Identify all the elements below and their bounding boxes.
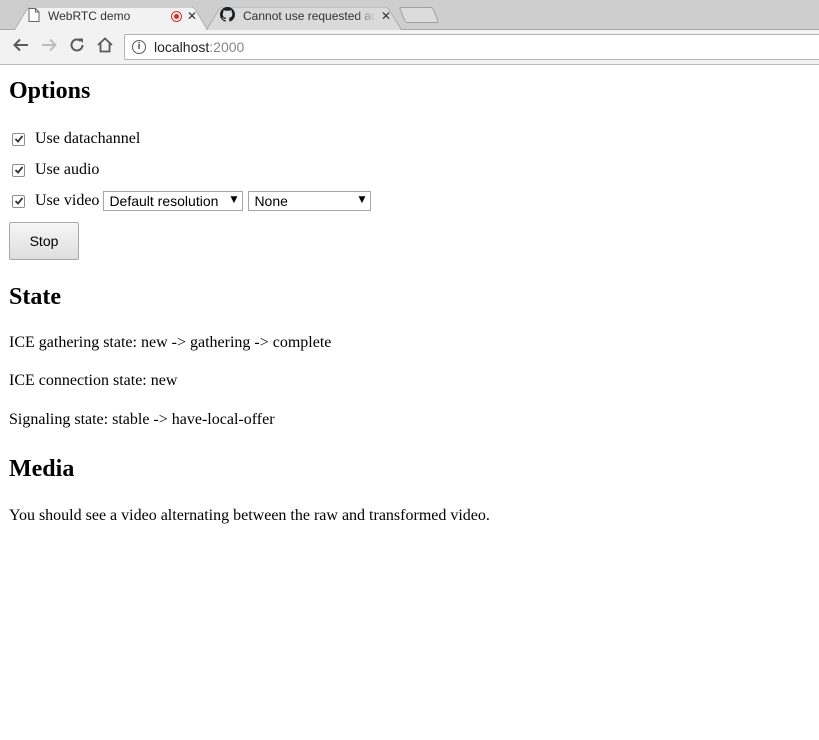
info-icon[interactable]: i [132, 40, 146, 54]
transform-select-value: None [254, 193, 288, 209]
datachannel-option: Use datachannel [9, 129, 140, 149]
forward-button[interactable] [38, 36, 60, 58]
checkmark-icon [14, 135, 23, 143]
page-icon [28, 7, 40, 25]
url-host: localhost [154, 39, 210, 55]
reload-button[interactable] [66, 36, 88, 58]
ice-gathering-state: ICE gathering state: new -> gathering ->… [9, 334, 332, 351]
audio-option: Use audio [9, 160, 99, 180]
recording-icon [171, 10, 182, 22]
close-icon[interactable]: ✕ [380, 9, 392, 23]
state-heading: State [9, 284, 61, 310]
browser-toolbar: i localhost:2000 [0, 30, 819, 65]
audio-checkbox[interactable] [12, 163, 25, 177]
tab-title: Cannot use requested ad [243, 9, 376, 23]
tab-webrtc-demo[interactable]: WebRTC demo ✕ [14, 2, 208, 31]
new-tab-button[interactable] [398, 7, 440, 23]
checkmark-icon [14, 166, 23, 174]
tab-strip: WebRTC demo ✕ Cannot use requested ad ✕ [0, 0, 819, 31]
page-content: Options Use datachannel Use audio Use vi… [0, 66, 819, 740]
url-port: :2000 [209, 39, 245, 55]
new-tab-shape [398, 7, 440, 23]
checkmark-icon [14, 197, 23, 205]
tab-title: WebRTC demo [48, 9, 131, 23]
media-description: You should see a video alternating betwe… [9, 507, 490, 524]
dropdown-arrow-icon: ▼ [358, 195, 366, 205]
audio-label: Use audio [35, 161, 100, 178]
options-heading: Options [9, 78, 91, 104]
resolution-select-value: Default resolution [109, 193, 219, 209]
forward-arrow-icon [40, 36, 58, 59]
back-button[interactable] [10, 36, 32, 58]
home-button[interactable] [94, 36, 116, 58]
media-heading: Media [9, 456, 75, 482]
reload-icon [68, 36, 86, 59]
dropdown-arrow-icon: ▼ [230, 195, 238, 205]
video-option: Use video Default resolution ▼ None ▼ [9, 191, 372, 211]
back-arrow-icon [12, 36, 30, 59]
stop-button[interactable]: Stop [9, 222, 79, 260]
address-bar[interactable]: i localhost:2000 [124, 34, 819, 60]
video-checkbox[interactable] [12, 194, 25, 208]
transform-select[interactable]: None ▼ [248, 191, 372, 211]
home-icon [96, 36, 114, 59]
datachannel-label: Use datachannel [35, 130, 141, 147]
close-icon[interactable]: ✕ [186, 9, 198, 23]
ice-connection-state: ICE connection state: new [9, 372, 178, 389]
github-icon [220, 7, 235, 25]
signaling-state: Signaling state: stable -> have-local-of… [9, 411, 275, 428]
video-label: Use video [35, 192, 100, 209]
tab-cannot-use-requested[interactable]: Cannot use requested ad ✕ [206, 2, 402, 31]
resolution-select[interactable]: Default resolution ▼ [103, 191, 244, 211]
datachannel-checkbox[interactable] [12, 132, 25, 146]
